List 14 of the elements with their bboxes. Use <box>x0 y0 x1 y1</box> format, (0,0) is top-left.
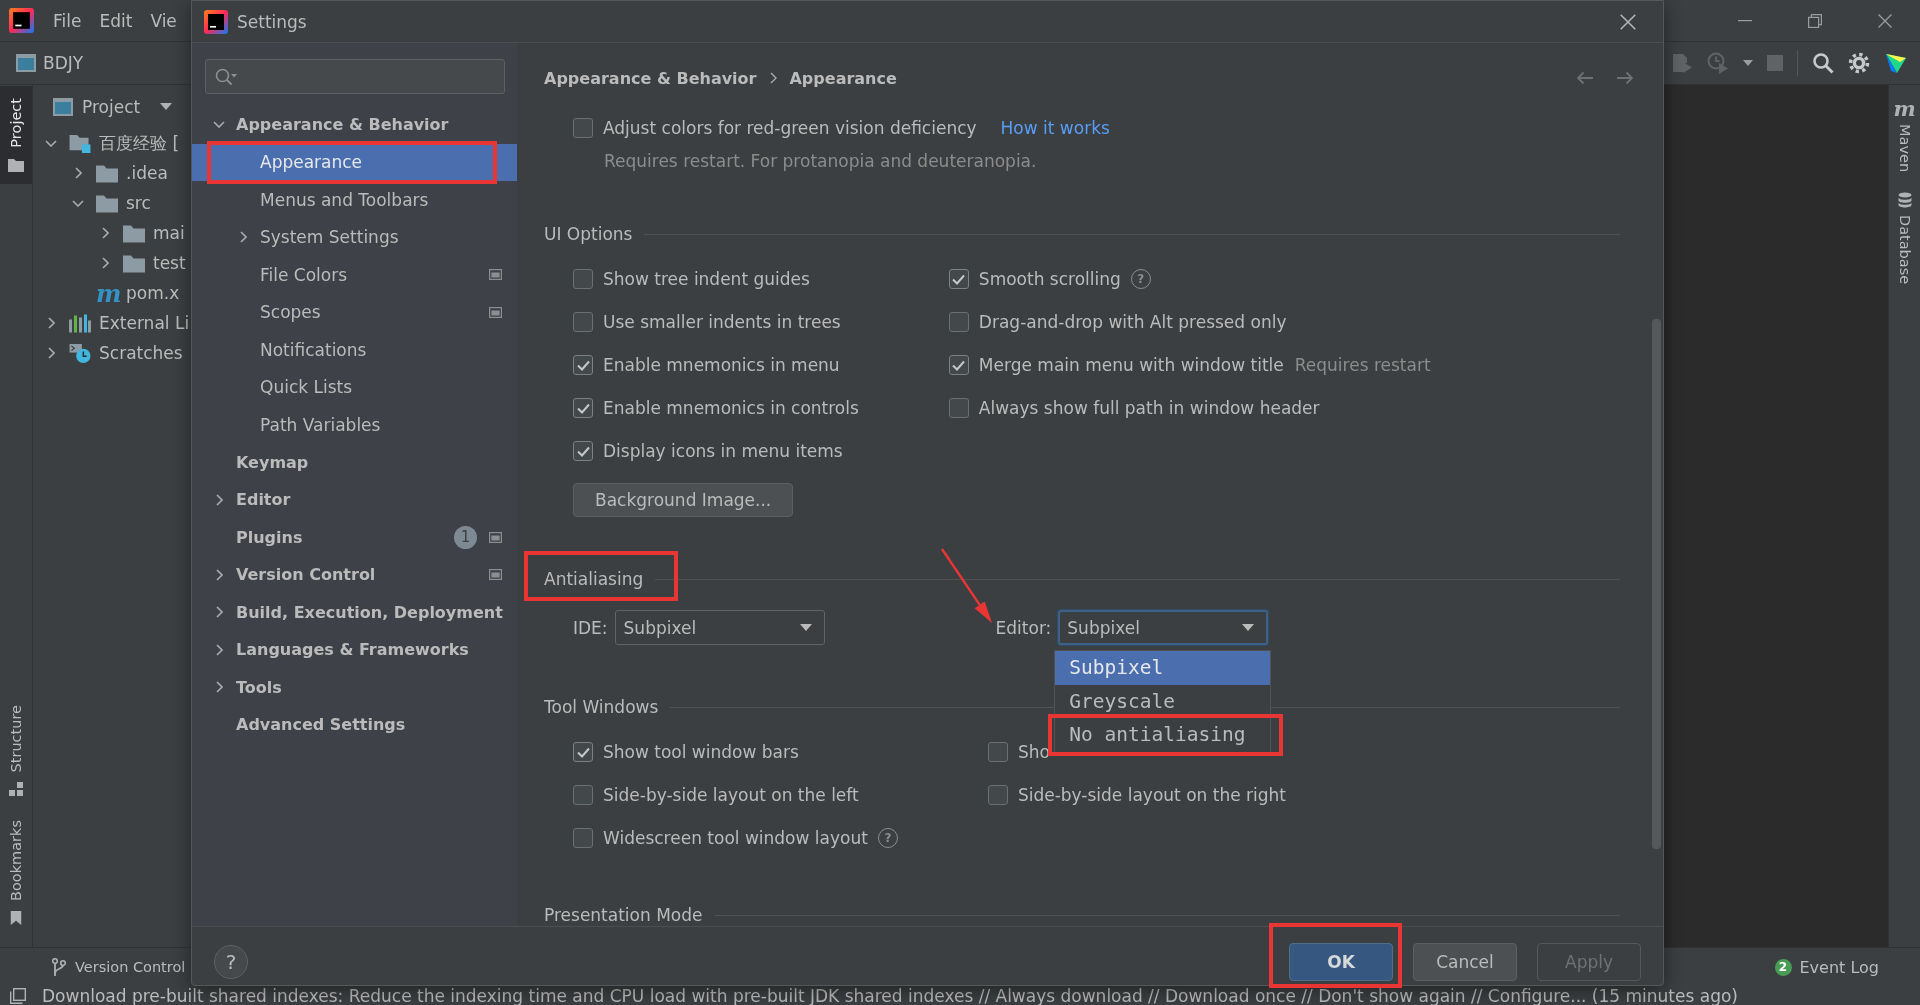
section-heading: Tool Windows <box>544 697 659 717</box>
section-heading: UI Options <box>544 224 633 244</box>
maven-icon: m <box>96 283 118 303</box>
field-label: IDE: <box>573 617 608 638</box>
count-badge: 1 <box>454 525 477 549</box>
section-heading: Presentation Mode <box>544 905 703 925</box>
status-message: Download pre-built shared indexes: Reduce the indexing time and CPU load with pre-built JDK shared indexes // Always download // Download once // Don't show again // Configure... (15 minutes ago) <box>42 985 1738 1005</box>
hint-text: Requires restart. For protanopia and deuteranopia. <box>603 150 1038 172</box>
field-label: Editor: <box>995 617 1052 638</box>
count-badge: 2 <box>1774 958 1792 976</box>
dialog-title: Settings <box>237 11 307 32</box>
maven-icon: m <box>1893 101 1916 117</box>
section-heading: Antialiasing <box>544 569 644 589</box>
hint-text: Requires restart <box>1294 355 1431 375</box>
